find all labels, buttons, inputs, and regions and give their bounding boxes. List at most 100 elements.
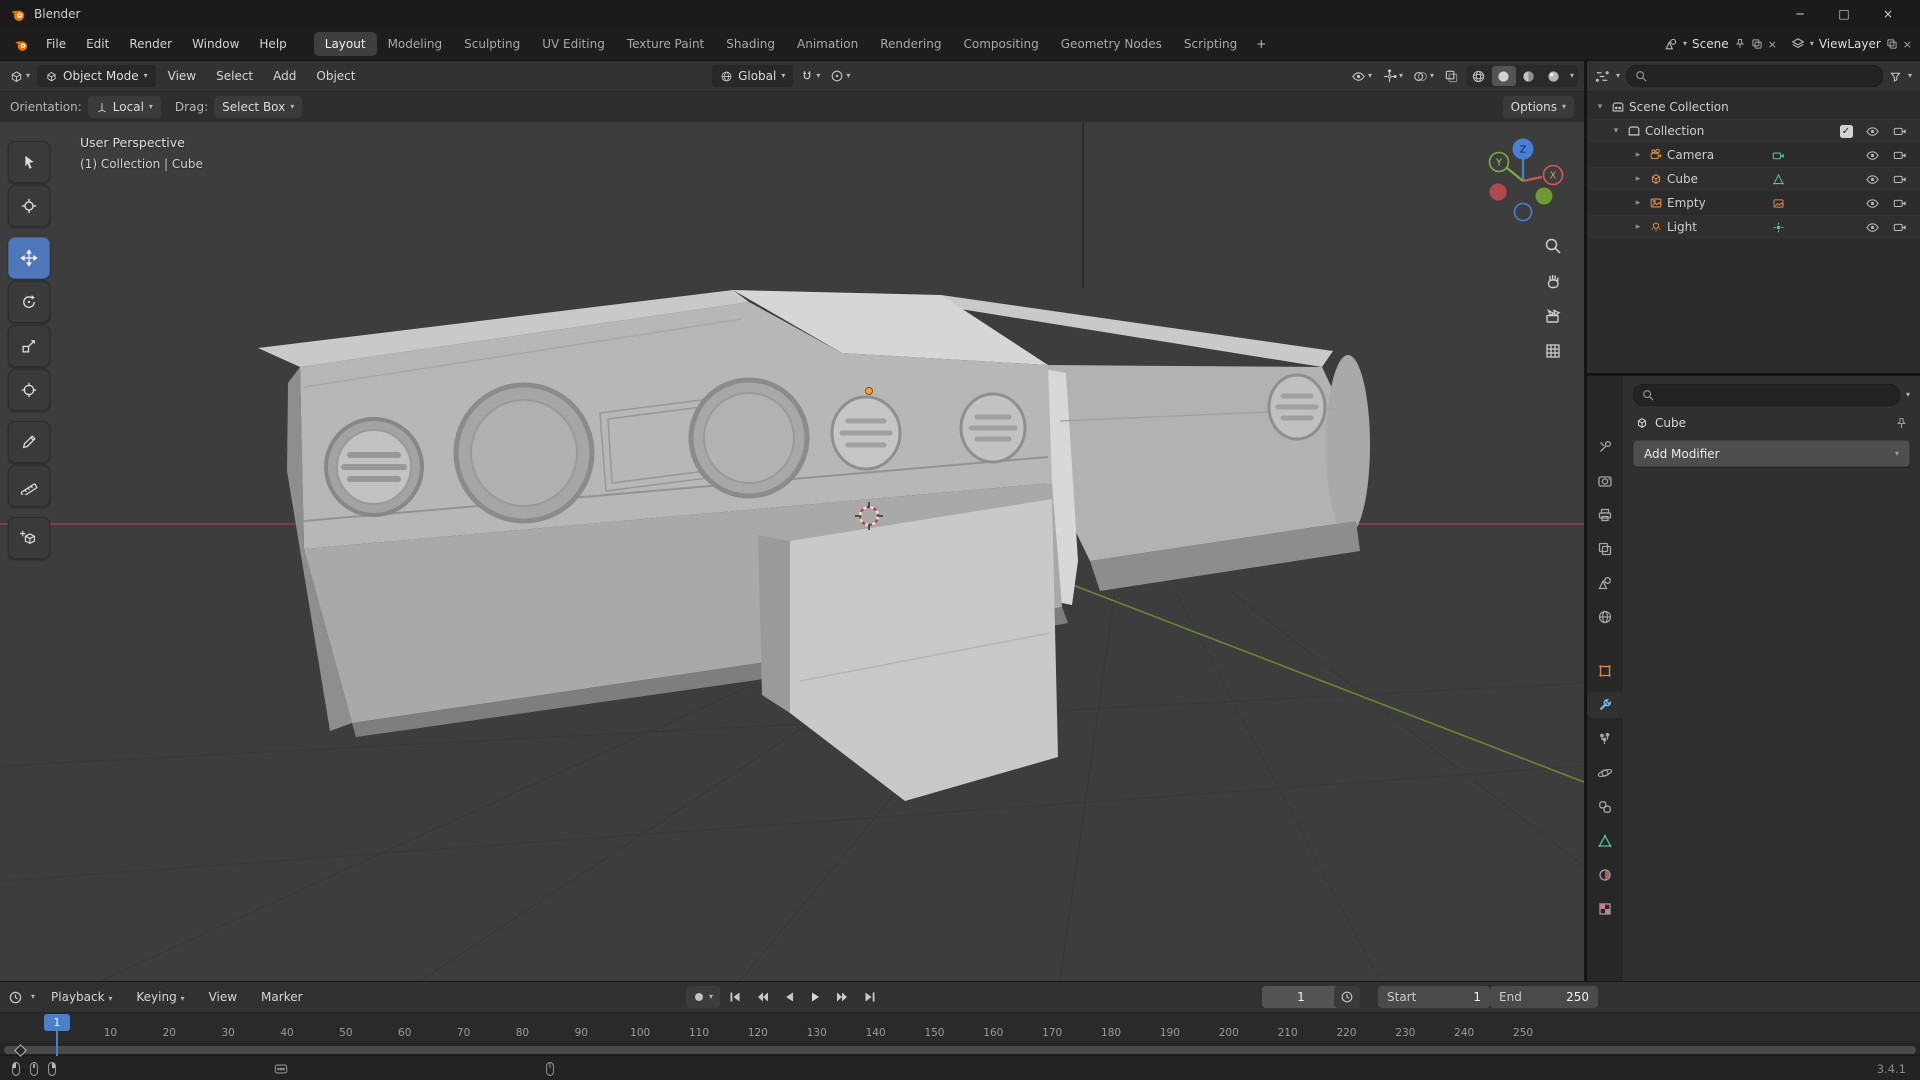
pin-id-icon[interactable] [1895,417,1908,430]
workspace-tab-layout[interactable]: Layout [314,32,377,56]
proportional-editing-toggle[interactable]: ▾ [827,65,853,87]
proportional-caret[interactable]: ▾ [846,72,850,80]
outliner-editor-caret[interactable]: ▾ [1616,72,1620,80]
shading-caret[interactable]: ▾ [1567,72,1577,80]
pin-scene-icon[interactable] [1734,38,1746,50]
new-viewlayer-icon[interactable] [1886,38,1898,50]
workspace-tab-sculpting[interactable]: Sculpting [453,32,531,56]
workspace-tab-scripting[interactable]: Scripting [1173,32,1248,56]
overlays-toggle[interactable]: ▾ [1410,65,1437,87]
render-visibility-icon[interactable] [1893,148,1907,162]
xray-toggle[interactable] [1441,65,1462,87]
outliner-editor-icon[interactable] [1595,69,1610,84]
workspace-tab-shading[interactable]: Shading [715,32,786,56]
add-modifier-button[interactable]: Add Modifier ▾ [1633,440,1910,467]
tool-move[interactable] [8,237,50,279]
tab-view-layer[interactable] [1587,536,1623,562]
tab-object[interactable] [1587,658,1623,684]
shading-material-button[interactable] [1517,66,1541,86]
outliner-row-empty[interactable]: ▸ Empty [1587,191,1920,215]
navigation-gizmo[interactable]: Z Y X [1478,135,1568,225]
viewlayer-icon[interactable] [1791,37,1805,51]
render-visibility-icon[interactable] [1893,172,1907,186]
timeline-menu-keying[interactable]: Keying ▾ [128,987,192,1007]
outliner-row-camera[interactable]: ▸ Camera [1587,143,1920,167]
viewport-menu-select[interactable]: Select [208,66,261,86]
playhead[interactable]: 1 [44,1014,70,1031]
shading-wireframe-button[interactable] [1467,66,1491,86]
tab-physics[interactable] [1587,760,1623,786]
auto-keying-button[interactable]: ▾ [686,986,720,1008]
workspace-tab-uv-editing[interactable]: UV Editing [531,32,616,56]
play-button[interactable] [804,985,828,1009]
tab-scene[interactable] [1587,570,1623,596]
scene-name[interactable]: Scene [1692,37,1729,51]
new-scene-icon[interactable] [1751,38,1763,50]
tool-measure[interactable] [8,465,50,507]
timeline-menu-marker[interactable]: Marker [253,987,310,1007]
filter-caret[interactable]: ▾ [1908,72,1912,80]
properties-search-input[interactable] [1633,384,1900,406]
disclosure-icon[interactable]: ▸ [1631,174,1645,184]
tool-cursor[interactable] [8,185,50,227]
frame-start-field[interactable]: Start1 [1378,986,1490,1008]
breadcrumb-object-name[interactable]: Cube [1655,416,1686,430]
outliner-search-input[interactable] [1626,65,1883,87]
pan-hand-icon[interactable] [1544,272,1562,290]
menu-file[interactable]: File [37,33,75,55]
collection-label[interactable]: Collection [1645,124,1832,138]
disclosure-icon[interactable]: ▸ [1631,222,1645,232]
tab-particles[interactable] [1587,726,1623,752]
hide-eye-icon[interactable] [1865,124,1880,139]
timeline-editor-icon[interactable] [8,990,23,1005]
object-visibility-dropdown[interactable]: ▾ [1348,65,1375,87]
tool-rotate[interactable] [8,281,50,323]
tab-tool[interactable] [1587,434,1623,460]
delete-viewlayer-icon[interactable]: × [1903,38,1912,51]
disclosure-icon[interactable]: ▾ [1593,102,1607,112]
drag-dropdown[interactable]: Select Box▾ [214,96,302,118]
tab-object-data[interactable] [1587,828,1623,854]
image-data-icon[interactable] [1772,197,1785,210]
properties-options-caret[interactable]: ▾ [1906,391,1910,399]
snapping-caret[interactable]: ▾ [816,72,820,80]
collection-checkbox[interactable]: ✓ [1840,125,1853,138]
tool-annotate[interactable] [8,421,50,463]
object-name[interactable]: Empty [1667,196,1764,210]
viewport-canvas[interactable] [0,121,1584,981]
hide-eye-icon[interactable] [1865,172,1880,187]
object-name[interactable]: Light [1667,220,1764,234]
hide-eye-icon[interactable] [1865,220,1880,235]
timeline-scrollbar[interactable] [4,1046,1916,1054]
camera-data-icon[interactable] [1772,149,1785,162]
viewport-menu-add[interactable]: Add [265,66,304,86]
gizmo-y-neg[interactable] [1536,188,1553,205]
object-name[interactable]: Camera [1667,148,1764,162]
gizmo-x-neg[interactable] [1490,184,1507,201]
orientation-dropdown[interactable]: Local▾ [88,96,161,118]
gizmo-z-neg[interactable] [1515,204,1532,221]
tool-add-cube[interactable] [8,517,50,559]
shading-rendered-button[interactable] [1542,66,1566,86]
disclosure-icon[interactable]: ▸ [1631,150,1645,160]
viewport-menu-view[interactable]: View [160,66,204,86]
menu-edit[interactable]: Edit [77,33,118,55]
outliner-row-cube[interactable]: ▸ Cube [1587,167,1920,191]
close-button[interactable]: × [1866,0,1910,28]
snapping-toggle[interactable]: ▾ [797,65,823,87]
blender-menu-button[interactable] [8,37,35,52]
hide-eye-icon[interactable] [1865,196,1880,211]
workspace-tab-geometry-nodes[interactable]: Geometry Nodes [1050,32,1173,56]
jump-to-end-button[interactable] [858,985,882,1009]
add-workspace-button[interactable]: + [1248,33,1274,55]
jump-to-start-button[interactable] [723,985,747,1009]
workspace-tab-animation[interactable]: Animation [786,32,869,56]
filter-icon[interactable] [1889,70,1902,83]
tab-output[interactable] [1587,502,1623,528]
viewport-menu-object[interactable]: Object [308,66,363,86]
playhead-line[interactable] [56,1030,58,1056]
timeline-editor-caret[interactable]: ▾ [31,993,35,1001]
minimize-button[interactable]: ─ [1778,0,1822,28]
shading-solid-button[interactable] [1492,66,1516,86]
tool-select-box[interactable] [8,141,50,183]
